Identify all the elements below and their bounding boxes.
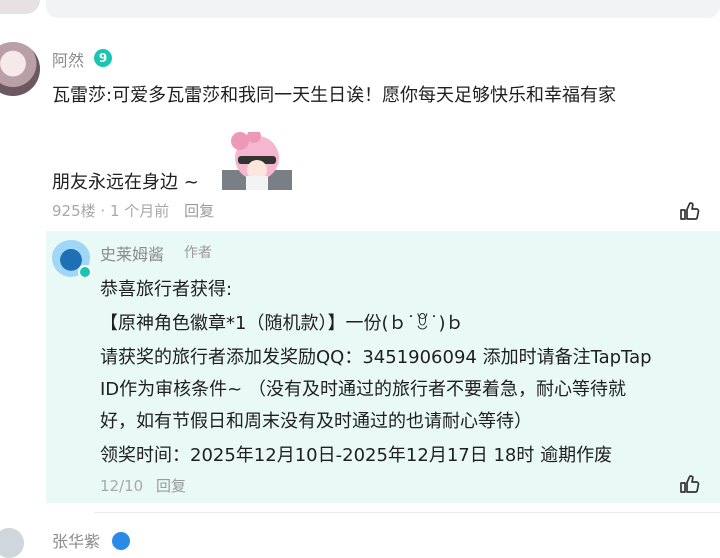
reply-text-line: ID作为审核条件~ （没有及时通过的旅行者不要着急，耐心等待就 [100, 379, 626, 400]
reply-button[interactable]: 回复 [156, 477, 186, 495]
sticker-image[interactable] [222, 132, 292, 190]
thumbs-up-icon[interactable] [678, 199, 702, 223]
reply-text-line: 好，如有节假日和周末没有及时通过的也请耐心等待） [100, 411, 532, 432]
reply-text-line: 领奖时间：2025年12月10日-2025年12月17日 18时 逾期作废 [100, 445, 613, 466]
comment-meta: 925楼 · 1 个月前 回复 [52, 200, 214, 221]
comment-item: 阿然 9 瓦雷莎:可爱多瓦雷莎和我同一天生日诶！愿你每天足够快乐和幸福有家 朋友… [0, 36, 720, 230]
reply-text-line: 【原神角色徽章*1（随机款）】一份(ｂ˙ꆚ˙)ｂ [100, 313, 464, 334]
reply-date: 12/10 [100, 477, 144, 495]
next-avatar[interactable] [0, 528, 24, 558]
reply-meta: 12/10 回复 [100, 475, 186, 496]
previous-comment-fragment [0, 0, 720, 20]
level-badge: 9 [94, 49, 112, 67]
previous-comment-bubble [46, 0, 720, 18]
verified-badge [78, 265, 92, 279]
comment-text-line: 瓦雷莎:可爱多瓦雷莎和我同一天生日诶！愿你每天足够快乐和幸福有家 [52, 85, 617, 106]
comment-time: 1 个月前 [109, 202, 170, 220]
comment-username[interactable]: 阿然 [52, 47, 84, 71]
meta-separator: · [100, 202, 106, 220]
reply-button[interactable]: 回复 [184, 202, 214, 220]
next-level-badge [112, 532, 130, 550]
floor-number: 925楼 [52, 202, 96, 220]
reply-text-line: 请获奖的旅行者添加发奖励QQ：3451906094 添加时请备注TapTap [100, 347, 652, 368]
reply-text-line: 恭喜旅行者获得: [100, 279, 233, 300]
author-tag: 作者 [184, 245, 212, 261]
divider [94, 512, 720, 513]
avatar[interactable] [0, 42, 40, 96]
reply-username[interactable]: 史莱姆酱 [100, 241, 164, 265]
thumbs-up-icon[interactable] [678, 472, 702, 496]
author-reply: 史莱姆酱 作者 恭喜旅行者获得: 【原神角色徽章*1（随机款）】一份(ｂ˙ꆚ˙)… [46, 231, 720, 503]
comment-text-line: 朋友永远在身边 ~ [52, 172, 199, 193]
previous-avatar[interactable] [0, 0, 40, 14]
next-comment-username[interactable]: 张华紫 [52, 528, 100, 552]
